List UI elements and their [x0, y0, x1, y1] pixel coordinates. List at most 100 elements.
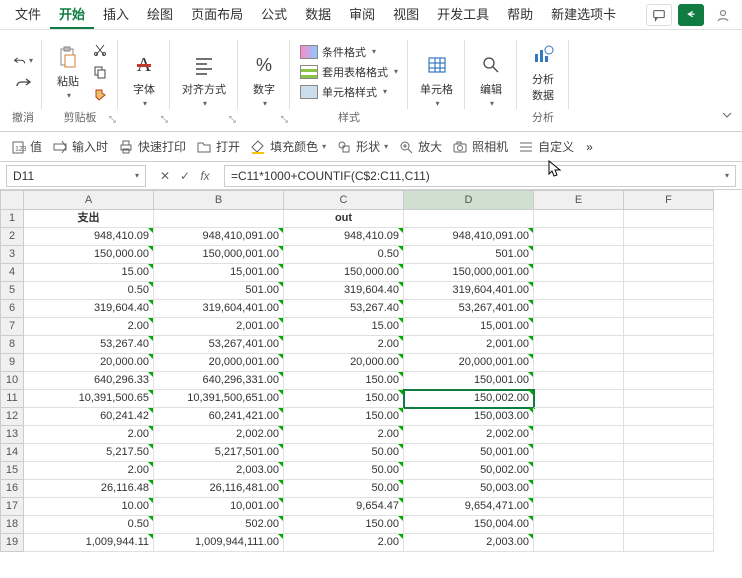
cell-B16[interactable]: 26,116,481.00 — [154, 480, 284, 498]
cell-A17[interactable]: 10.00 — [24, 498, 154, 516]
cell-E7[interactable] — [534, 318, 624, 336]
cell-F5[interactable] — [624, 282, 714, 300]
cell-D10[interactable]: 150,001.00 — [404, 372, 534, 390]
cell-D13[interactable]: 2,002.00 — [404, 426, 534, 444]
cell-E17[interactable] — [534, 498, 624, 516]
row-header-2[interactable]: 2 — [0, 228, 24, 246]
conditional-format-button[interactable]: 条件格式 ▾ — [298, 43, 378, 61]
cell-C19[interactable]: 2.00 — [284, 534, 404, 552]
cell-E11[interactable] — [534, 390, 624, 408]
cell-D3[interactable]: 501.00 — [404, 246, 534, 264]
cell-B18[interactable]: 502.00 — [154, 516, 284, 534]
col-header-A[interactable]: A — [24, 190, 154, 210]
cell-A2[interactable]: 948,410.09 — [24, 228, 154, 246]
cell-A19[interactable]: 1,009,944.11 — [24, 534, 154, 552]
cell-D15[interactable]: 50,002.00 — [404, 462, 534, 480]
cell-C10[interactable]: 150.00 — [284, 372, 404, 390]
row-header-13[interactable]: 13 — [0, 426, 24, 444]
edit-button[interactable]: 编辑▾ — [473, 49, 509, 110]
cell-E13[interactable] — [534, 426, 624, 444]
cell-C16[interactable]: 50.00 — [284, 480, 404, 498]
cell-C7[interactable]: 15.00 — [284, 318, 404, 336]
cell-E16[interactable] — [534, 480, 624, 498]
paste-values-button[interactable]: 123值 — [10, 138, 42, 155]
fast-print-button[interactable]: 快速打印 — [118, 138, 186, 155]
quickbar-more-button[interactable]: » — [586, 140, 593, 154]
row-header-15[interactable]: 15 — [0, 462, 24, 480]
cell-C2[interactable]: 948,410.09 — [284, 228, 404, 246]
format-as-table-button[interactable]: 套用表格格式 ▾ — [298, 63, 400, 81]
cell-A4[interactable]: 15.00 — [24, 264, 154, 282]
cell-B17[interactable]: 10,001.00 — [154, 498, 284, 516]
cell-E2[interactable] — [534, 228, 624, 246]
cell-E1[interactable] — [534, 210, 624, 228]
clipboard-launcher[interactable]: ⤡ — [109, 114, 116, 125]
menu-数据[interactable]: 数据 — [296, 0, 340, 29]
cell-F14[interactable] — [624, 444, 714, 462]
cell-E9[interactable] — [534, 354, 624, 372]
cell-F17[interactable] — [624, 498, 714, 516]
menu-绘图[interactable]: 绘图 — [138, 0, 182, 29]
row-header-8[interactable]: 8 — [0, 336, 24, 354]
row-header-18[interactable]: 18 — [0, 516, 24, 534]
cell-B8[interactable]: 53,267,401.00 — [154, 336, 284, 354]
cell-E4[interactable] — [534, 264, 624, 282]
paste-button[interactable]: 粘贴▾ — [50, 41, 86, 102]
cell-C11[interactable]: 150.00 — [284, 390, 404, 408]
cell-D18[interactable]: 150,004.00 — [404, 516, 534, 534]
cell-C12[interactable]: 150.00 — [284, 408, 404, 426]
cell-C5[interactable]: 319,604.40 — [284, 282, 404, 300]
cell-A11[interactable]: 10,391,500.65 — [24, 390, 154, 408]
cell-F11[interactable] — [624, 390, 714, 408]
cell-F2[interactable] — [624, 228, 714, 246]
cell-C1[interactable]: out — [284, 210, 404, 228]
cell-B1[interactable] — [154, 210, 284, 228]
menu-视图[interactable]: 视图 — [384, 0, 428, 29]
cell-B15[interactable]: 2,003.00 — [154, 462, 284, 480]
row-header-6[interactable]: 6 — [0, 300, 24, 318]
cell-B4[interactable]: 15,001.00 — [154, 264, 284, 282]
cell-A6[interactable]: 319,604.40 — [24, 300, 154, 318]
cell-A9[interactable]: 20,000.00 — [24, 354, 154, 372]
cell-D16[interactable]: 50,003.00 — [404, 480, 534, 498]
menu-新建选项卡[interactable]: 新建选项卡 — [542, 0, 625, 29]
row-header-4[interactable]: 4 — [0, 264, 24, 282]
formula-input[interactable]: =C11*1000+COUNTIF(C$2:C11,C11)▾ — [224, 165, 736, 187]
row-header-5[interactable]: 5 — [0, 282, 24, 300]
camera-button[interactable]: 照相机 — [452, 138, 508, 155]
cell-A3[interactable]: 150,000.00 — [24, 246, 154, 264]
undo-button[interactable]: ▾ — [13, 51, 33, 71]
menu-文件[interactable]: 文件 — [6, 0, 50, 29]
cell-E8[interactable] — [534, 336, 624, 354]
cell-A14[interactable]: 5,217.50 — [24, 444, 154, 462]
col-header-E[interactable]: E — [534, 190, 624, 210]
menu-审阅[interactable]: 审阅 — [340, 0, 384, 29]
cell-A7[interactable]: 2.00 — [24, 318, 154, 336]
cell-B2[interactable]: 948,410,091.00 — [154, 228, 284, 246]
menu-页面布局[interactable]: 页面布局 — [182, 0, 252, 29]
cell-B9[interactable]: 20,000,001.00 — [154, 354, 284, 372]
cell-E12[interactable] — [534, 408, 624, 426]
cell-A1[interactable]: 支出 — [24, 210, 154, 228]
cell-F13[interactable] — [624, 426, 714, 444]
row-header-3[interactable]: 3 — [0, 246, 24, 264]
col-header-C[interactable]: C — [284, 190, 404, 210]
cell-D14[interactable]: 50,001.00 — [404, 444, 534, 462]
row-header-12[interactable]: 12 — [0, 408, 24, 426]
cell-F10[interactable] — [624, 372, 714, 390]
cell-A5[interactable]: 0.50 — [24, 282, 154, 300]
cell-C4[interactable]: 150,000.00 — [284, 264, 404, 282]
cell-A8[interactable]: 53,267.40 — [24, 336, 154, 354]
comments-button[interactable] — [646, 4, 672, 26]
row-header-1[interactable]: 1 — [0, 210, 24, 228]
cell-A16[interactable]: 26,116.48 — [24, 480, 154, 498]
cell-E10[interactable] — [534, 372, 624, 390]
row-header-19[interactable]: 19 — [0, 534, 24, 552]
accept-formula-button[interactable]: ✓ — [176, 167, 194, 185]
cell-B3[interactable]: 150,000,001.00 — [154, 246, 284, 264]
cell-A12[interactable]: 60,241.42 — [24, 408, 154, 426]
cell-F9[interactable] — [624, 354, 714, 372]
cell-D11[interactable]: 150,002.00 — [404, 390, 534, 408]
cell-B7[interactable]: 2,001.00 — [154, 318, 284, 336]
cell-F15[interactable] — [624, 462, 714, 480]
